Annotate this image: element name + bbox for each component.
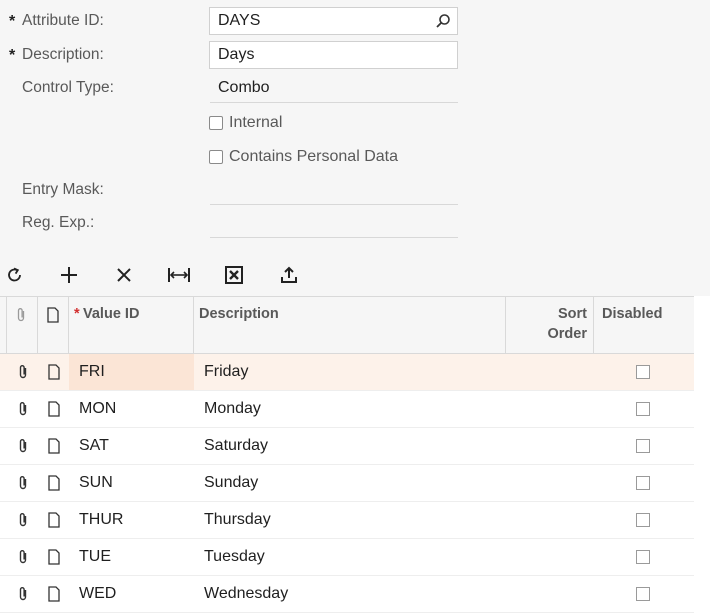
value-id-cell[interactable]: FRI [69, 354, 194, 390]
attribute-id-value: DAYS [218, 12, 261, 29]
sort-order-header-line1: Sort [558, 306, 587, 322]
notes-column-header[interactable] [38, 297, 69, 353]
paperclip-icon[interactable] [17, 364, 29, 385]
attribute-id-label: Attribute ID: [22, 12, 104, 29]
description-header-label: Description [199, 306, 279, 322]
table-row[interactable]: SUN Sunday [0, 465, 694, 502]
paperclip-icon[interactable] [17, 512, 29, 533]
value-id-header-label: Value ID [83, 306, 140, 322]
description-cell[interactable]: Tuesday [204, 539, 504, 575]
reg-exp-input[interactable] [210, 210, 458, 238]
upload-icon [281, 266, 297, 283]
attribute-id-input[interactable]: DAYS [209, 7, 458, 35]
table-row[interactable]: SAT Saturday [0, 428, 694, 465]
upload-button[interactable] [276, 262, 302, 288]
personal-data-checkbox-row[interactable]: Contains Personal Data [209, 148, 398, 166]
refresh-button[interactable] [2, 262, 28, 288]
value-id-cell[interactable]: TUE [69, 539, 194, 575]
required-mark: * [9, 47, 16, 64]
export-excel-button[interactable] [221, 262, 247, 288]
description-cell[interactable]: Monday [204, 391, 504, 427]
delete-row-button[interactable] [111, 262, 137, 288]
note-icon[interactable] [47, 549, 61, 570]
personal-data-label: Contains Personal Data [229, 148, 398, 165]
table-row[interactable]: THUR Thursday [0, 502, 694, 539]
description-cell[interactable]: Saturday [204, 428, 504, 464]
note-icon [47, 307, 59, 323]
description-cell[interactable]: Sunday [204, 465, 504, 501]
internal-checkbox-row[interactable]: Internal [209, 114, 282, 132]
attribute-form: * Attribute ID: DAYS * Description: Days… [0, 0, 710, 296]
disabled-checkbox[interactable] [636, 402, 650, 416]
value-id-header[interactable]: * Value ID [69, 297, 194, 353]
table-row[interactable]: TUE Tuesday [0, 539, 694, 576]
add-row-button[interactable] [56, 262, 82, 288]
disabled-checkbox[interactable] [636, 439, 650, 453]
disabled-checkbox[interactable] [636, 587, 650, 601]
note-icon[interactable] [47, 401, 61, 422]
paperclip-icon[interactable] [17, 586, 29, 607]
description-cell[interactable]: Thursday [204, 502, 504, 538]
description-value: Days [218, 46, 255, 63]
disabled-checkbox[interactable] [636, 365, 650, 379]
internal-checkbox[interactable] [209, 116, 223, 130]
value-id-cell[interactable]: THUR [69, 502, 194, 538]
table-row[interactable]: WED Wednesday [0, 576, 694, 613]
values-grid: * Value ID Description Sort Order Disabl… [0, 296, 694, 613]
disabled-header[interactable]: Disabled [594, 297, 694, 353]
disabled-checkbox[interactable] [636, 513, 650, 527]
note-icon[interactable] [47, 586, 61, 607]
sort-order-header[interactable]: Sort Order [506, 297, 594, 353]
paperclip-icon[interactable] [17, 438, 29, 459]
fit-width-icon [168, 268, 190, 282]
entry-mask-label: Entry Mask: [22, 181, 104, 198]
value-id-cell[interactable]: SUN [69, 465, 194, 501]
row-selector-header [0, 297, 7, 353]
reg-exp-label: Reg. Exp.: [22, 214, 95, 231]
disabled-checkbox[interactable] [636, 550, 650, 564]
delete-icon [117, 268, 131, 282]
internal-label: Internal [229, 114, 283, 131]
fit-width-button[interactable] [166, 262, 192, 288]
description-label: Description: [22, 46, 104, 63]
note-icon[interactable] [47, 512, 61, 533]
control-type-field[interactable]: Combo [210, 75, 458, 103]
add-icon [61, 267, 77, 283]
value-id-cell[interactable]: WED [69, 576, 194, 612]
value-id-cell[interactable]: MON [69, 391, 194, 427]
paperclip-icon[interactable] [17, 549, 29, 570]
required-mark: * [9, 13, 16, 30]
refresh-icon [8, 267, 21, 282]
attachment-column-header[interactable] [7, 297, 38, 353]
sort-order-header-line2: Order [547, 326, 588, 342]
description-cell[interactable]: Wednesday [204, 576, 504, 612]
excel-export-icon [225, 266, 243, 284]
table-row[interactable]: MON Monday [0, 391, 694, 428]
disabled-header-label: Disabled [602, 306, 663, 322]
table-row[interactable]: FRI Friday [0, 354, 694, 391]
personal-data-checkbox[interactable] [209, 150, 223, 164]
control-type-value: Combo [218, 79, 270, 96]
required-mark: * [74, 306, 80, 322]
note-icon[interactable] [47, 364, 61, 385]
description-cell[interactable]: Friday [204, 354, 504, 390]
paperclip-icon [17, 308, 25, 322]
paperclip-icon[interactable] [17, 475, 29, 496]
grid-toolbar [0, 256, 710, 296]
entry-mask-input[interactable] [210, 177, 458, 205]
control-type-label: Control Type: [22, 79, 114, 96]
grid-header: * Value ID Description Sort Order Disabl… [0, 297, 694, 354]
disabled-checkbox[interactable] [636, 476, 650, 490]
search-icon[interactable] [435, 13, 451, 34]
note-icon[interactable] [47, 438, 61, 459]
description-header[interactable]: Description [194, 297, 506, 353]
grid-body: FRI Friday MON Monday SAT Saturday SUN Sunday TH… [0, 354, 694, 613]
paperclip-icon[interactable] [17, 401, 29, 422]
note-icon[interactable] [47, 475, 61, 496]
description-input[interactable]: Days [209, 41, 458, 69]
value-id-cell[interactable]: SAT [69, 428, 194, 464]
